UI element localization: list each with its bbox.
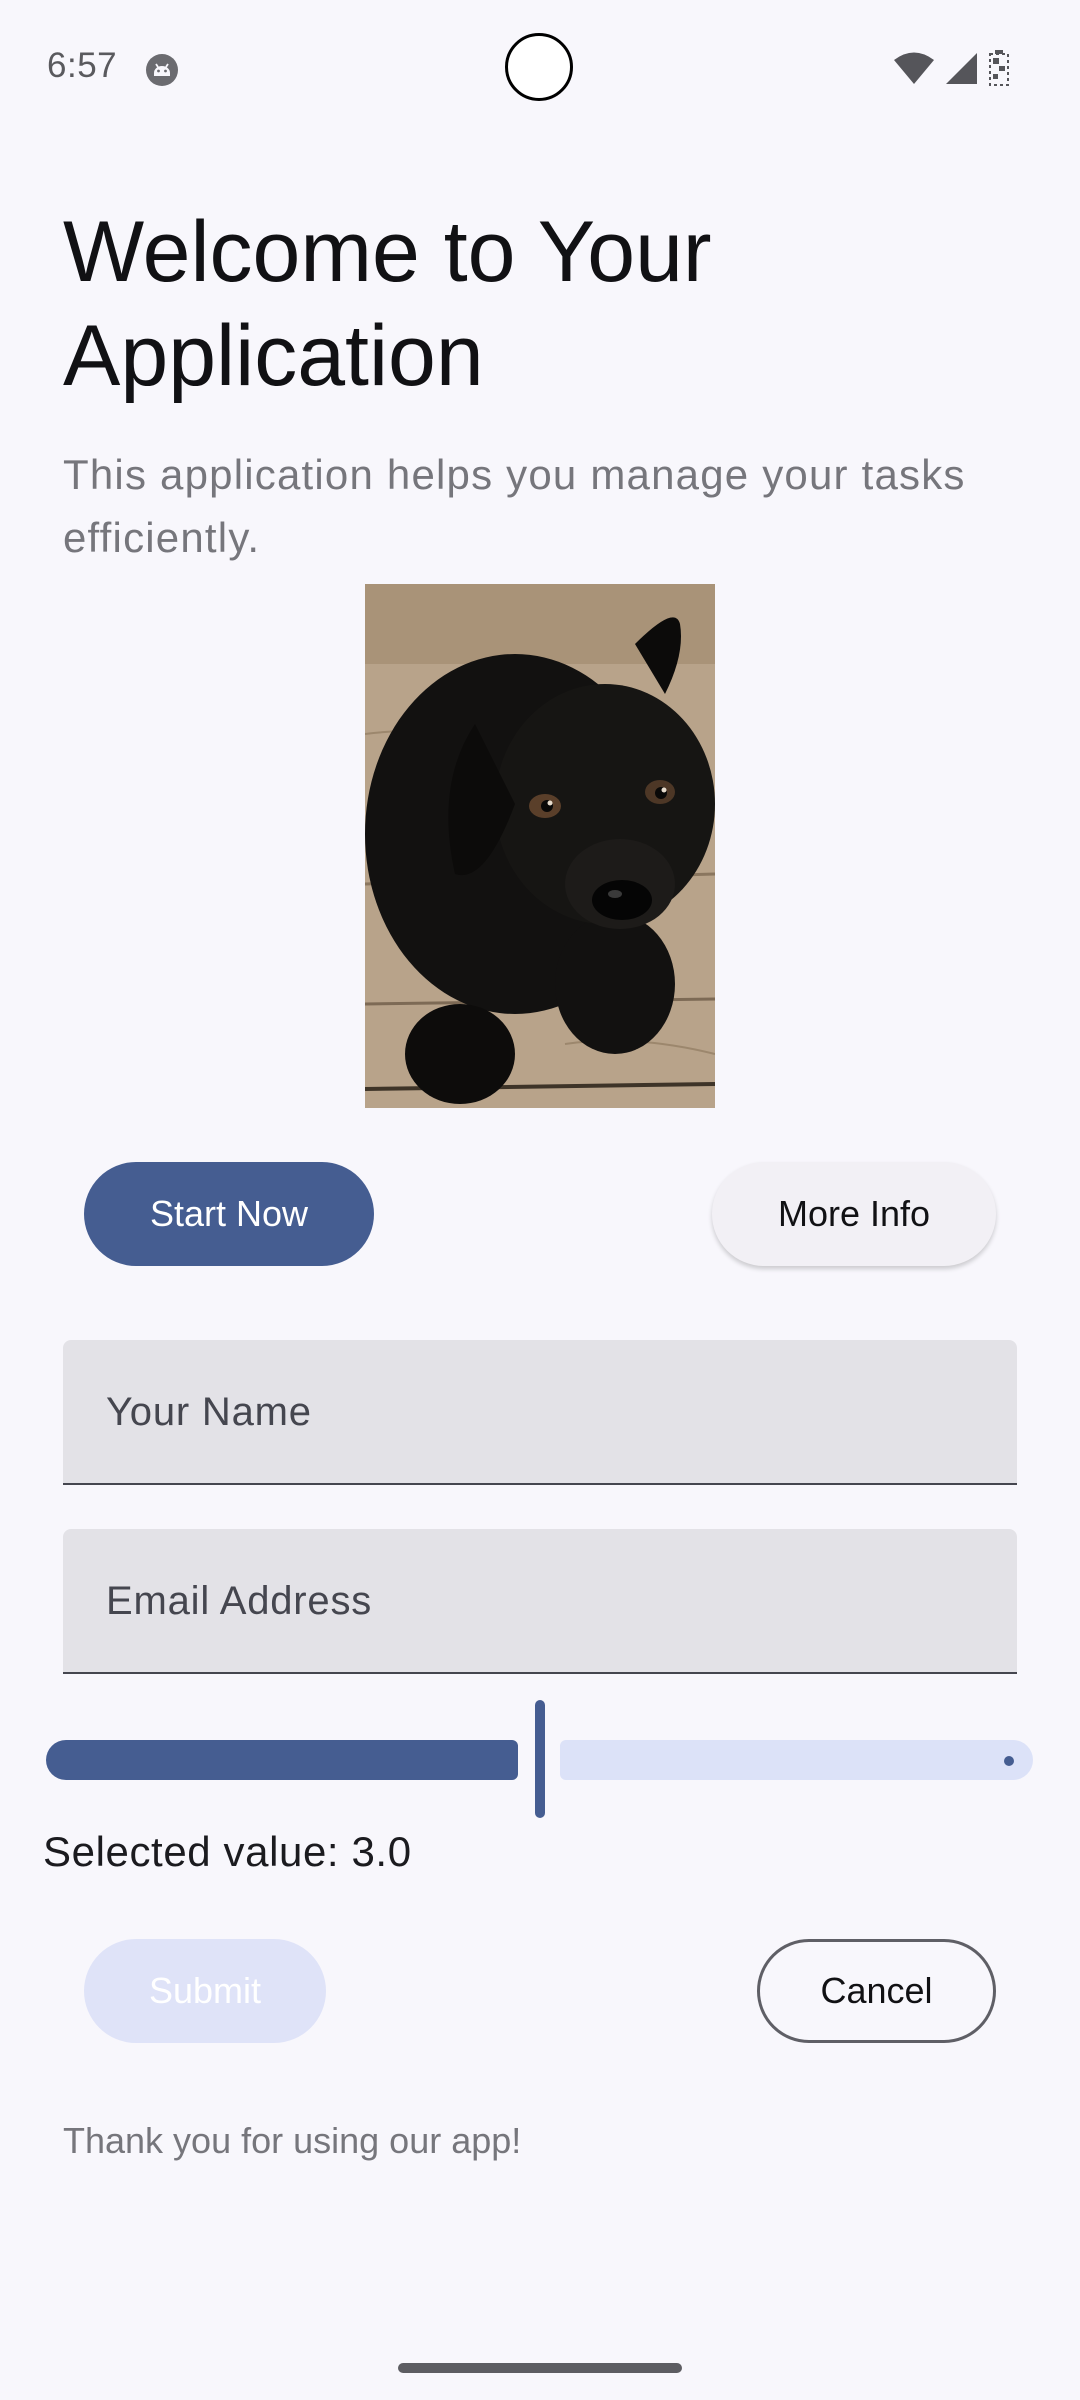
more-info-button[interactable]: More Info (712, 1162, 996, 1266)
status-icons (894, 48, 1010, 88)
email-field-placeholder: Email Address (106, 1579, 373, 1623)
camera-cutout (505, 33, 573, 101)
wifi-icon (894, 52, 934, 84)
cellular-signal-icon (946, 53, 977, 84)
battery-icon (989, 50, 1009, 86)
slider-active-track (46, 1740, 518, 1780)
name-field-placeholder: Your Name (106, 1390, 312, 1434)
value-slider[interactable] (46, 1700, 1033, 1820)
slider-thumb[interactable] (535, 1700, 545, 1818)
black-puppy-photo (365, 584, 715, 1108)
home-indicator[interactable] (398, 2363, 682, 2373)
cancel-button[interactable]: Cancel (757, 1939, 996, 2043)
email-field[interactable]: Email Address (63, 1529, 1017, 1674)
status-bar: 6:57 (0, 0, 1080, 140)
footer-text: Thank you for using our app! (63, 2120, 522, 2161)
selected-value-label: Selected value: 3.0 (43, 1828, 412, 1875)
slider-inactive-track (560, 1740, 1033, 1780)
page-title: Welcome to Your Application (63, 204, 712, 404)
status-time: 6:57 (47, 46, 118, 85)
submit-button[interactable]: Submit (84, 1939, 326, 2043)
name-field[interactable]: Your Name (63, 1340, 1017, 1485)
start-now-button[interactable]: Start Now (84, 1162, 374, 1266)
page-subtitle: This application helps you manage your t… (63, 451, 966, 561)
slider-stop-indicator (1004, 1756, 1014, 1766)
android-robot-icon (146, 54, 178, 86)
